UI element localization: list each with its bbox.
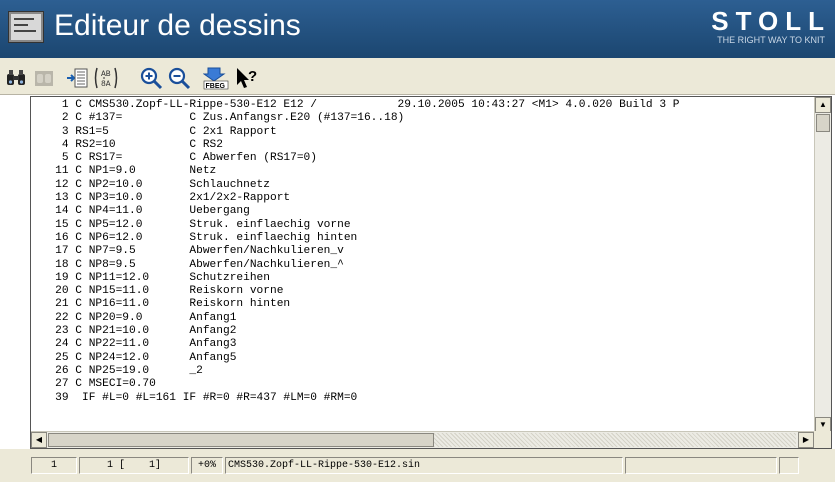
help-question-mark: ? [248,68,257,85]
window-title: Editeur de dessins [54,9,301,42]
code-line[interactable]: 5 C RS17= C Abwerfen (RS17=0) [35,152,813,165]
code-line[interactable]: 14 C NP4=11.0 Uebergang [35,205,813,218]
fbeg-icon: FBEG [203,67,229,90]
binoculars-icon [7,70,25,85]
find-button[interactable] [3,66,29,90]
code-line[interactable]: 11 C NP1=9.0 Netz [35,165,813,178]
code-editor[interactable]: 1 C CMS530.Zopf-LL-Rippe-530-E12 E12 / 2… [30,96,832,449]
svg-text:AB: AB [101,70,111,79]
context-help-button[interactable]: ? [234,66,260,90]
code-line[interactable]: 19 C NP11=12.0 Schutzreihen [35,272,813,285]
scroll-up-button[interactable]: ▲ [815,97,831,113]
zoom-in-button[interactable] [138,66,164,90]
toolbar: AB 8A FBEG ? [0,58,835,95]
code-line[interactable]: 13 C NP3=10.0 2x1/2x2-Rapport [35,192,813,205]
status-line: 1 [31,457,77,474]
brand-tagline: THE RIGHT WAY TO KNIT [717,35,825,45]
insert-module-button[interactable] [64,66,90,90]
fbeg-label: FBEG [206,83,226,90]
scroll-right-button[interactable]: ▶ [798,432,814,448]
code-line[interactable]: 1 C CMS530.Zopf-LL-Rippe-530-E12 E12 / 2… [35,99,813,112]
status-position: 1 [ 1] [79,457,189,474]
scrollbar-corner [814,431,831,448]
code-line[interactable]: 21 C NP16=11.0 Reiskorn hinten [35,298,813,311]
status-bar: 1 1 [ 1] +0% CMS530.Zopf-LL-Rippe-530-E1… [0,449,835,482]
code-line[interactable]: 25 C NP24=12.0 Anfang5 [35,352,813,365]
code-line[interactable]: 4 RS2=10 C RS2 [35,139,813,152]
app-icon[interactable] [8,11,44,43]
brand-name: STOLL [711,6,831,36]
svg-text:8A: 8A [101,80,111,89]
status-filename: CMS530.Zopf-LL-Rippe-530-E12.sin [225,457,623,474]
status-field-6 [779,457,799,474]
code-line[interactable]: 3 RS1=5 C 2x1 Rapport [35,126,813,139]
code-line[interactable]: 39 IF #L=0 #L=161 IF #R=0 #R=437 #LM=0 #… [35,392,813,405]
code-line[interactable]: 12 C NP2=10.0 Schlauchnetz [35,179,813,192]
fbeg-button[interactable]: FBEG [203,66,229,90]
status-field-5 [625,457,777,474]
code-line[interactable]: 2 C #137= C Zus.Anfangsr.E20 (#137=16..1… [35,112,813,125]
find-next-button[interactable] [31,66,57,90]
code-line[interactable]: 20 C NP15=11.0 Reiskorn vorne [35,285,813,298]
zoom-in-icon [140,67,163,90]
code-line[interactable]: 22 C NP20=9.0 Anfang1 [35,312,813,325]
title-bar: Editeur de dessins STOLL THE RIGHT WAY T… [0,0,835,58]
horizontal-scrollbar[interactable]: ◀ ▶ [31,431,814,448]
code-line[interactable]: 18 C NP8=9.5 Abwerfen/Nachkulieren_^ [35,259,813,272]
status-percent: +0% [191,457,223,474]
code-line[interactable]: 16 C NP6=12.0 Struk. einflaechig hinten [35,232,813,245]
code-line[interactable]: 27 C MSECI=0.70 [35,378,813,391]
code-line[interactable]: 23 C NP21=10.0 Anfang2 [35,325,813,338]
vertical-scrollbar[interactable]: ▲ ▼ [814,97,831,433]
binoculars-disabled-icon [35,71,53,86]
brand-logo: STOLL THE RIGHT WAY TO KNIT [711,7,825,46]
insert-list-icon [67,68,88,88]
code-text-area[interactable]: 1 C CMS530.Zopf-LL-Rippe-530-E12 E12 / 2… [35,99,813,435]
replace-button[interactable]: AB 8A [93,66,119,90]
code-line[interactable]: 24 C NP22=11.0 Anfang3 [35,338,813,351]
help-pointer-icon: ? [237,68,257,88]
vertical-scroll-thumb[interactable] [816,114,830,132]
code-line[interactable]: 15 C NP5=12.0 Struk. einflaechig vorne [35,219,813,232]
horizontal-scroll-thumb[interactable] [48,433,434,447]
zoom-out-button[interactable] [166,66,192,90]
zoom-out-icon [168,67,191,90]
horizontal-scroll-track[interactable] [434,433,796,447]
replace-icon: AB 8A [94,67,118,89]
code-line[interactable]: 26 C NP25=19.0 _2 [35,365,813,378]
scroll-left-button[interactable]: ◀ [31,432,47,448]
code-line[interactable]: 17 C NP7=9.5 Abwerfen/Nachkulieren_v [35,245,813,258]
